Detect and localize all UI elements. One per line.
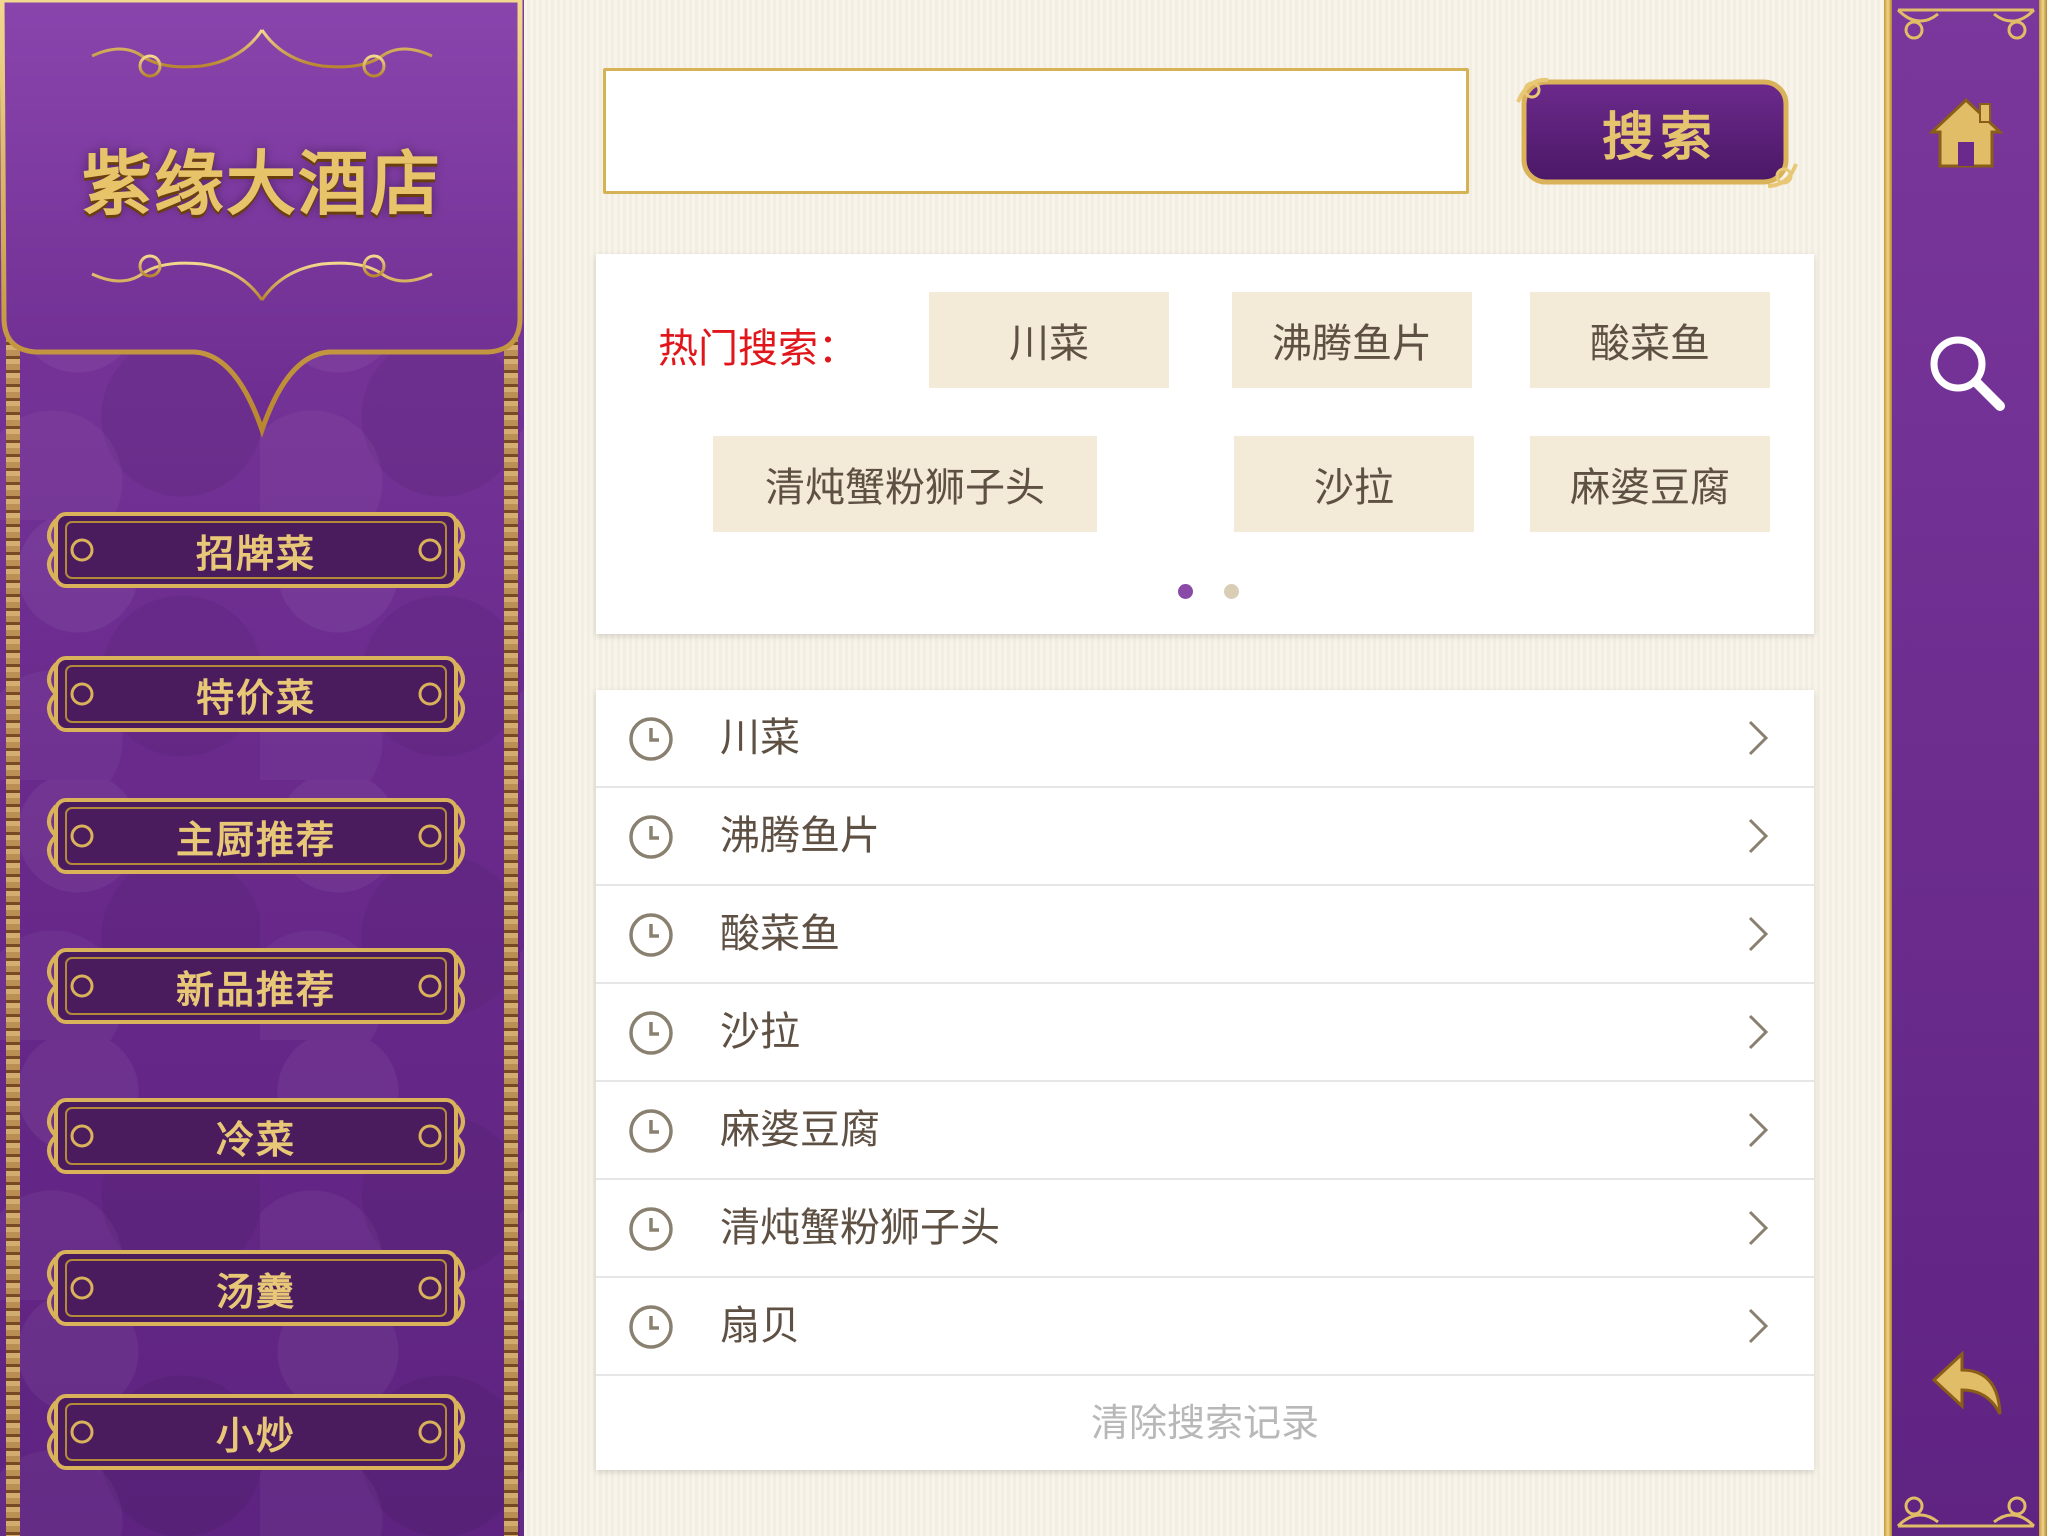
chevron-right-icon xyxy=(1748,818,1769,854)
chevron-right-icon xyxy=(1748,1014,1769,1050)
history-item[interactable]: 清炖蟹粉狮子头 xyxy=(596,1180,1814,1278)
hot-tag[interactable]: 川菜 xyxy=(929,292,1169,388)
clock-icon xyxy=(629,1207,673,1251)
sidebar-item-label: 新品推荐 xyxy=(175,966,336,1012)
right-toolbar xyxy=(1884,0,2047,1536)
history-item-label: 川菜 xyxy=(720,715,800,761)
search-button-label: 搜索 xyxy=(1601,106,1718,168)
page-dot[interactable] xyxy=(1224,584,1239,599)
hot-tag[interactable]: 清炖蟹粉狮子头 xyxy=(713,436,1097,532)
chevron-right-icon xyxy=(1748,916,1769,952)
sidebar-item-signature[interactable]: 招牌菜 xyxy=(40,504,472,596)
history-item-label: 麻婆豆腐 xyxy=(720,1107,880,1153)
chevron-right-icon xyxy=(1748,1210,1769,1246)
sidebar-item-soups[interactable]: 汤羹 xyxy=(40,1242,472,1334)
corner-ornament-bottom xyxy=(1896,1496,2036,1528)
history-item-label: 清炖蟹粉狮子头 xyxy=(720,1205,1000,1251)
history-item-label: 扇贝 xyxy=(720,1303,800,1349)
chevron-right-icon xyxy=(1748,1308,1769,1344)
search-input[interactable] xyxy=(603,68,1469,194)
clock-icon xyxy=(629,1011,673,1055)
home-icon[interactable] xyxy=(1924,90,2008,174)
sidebar-item-label: 汤羹 xyxy=(215,1268,296,1314)
sidebar-item-chef-recommend[interactable]: 主厨推荐 xyxy=(40,790,472,882)
toolbar-border-right xyxy=(2039,0,2047,1536)
hot-tag[interactable]: 沙拉 xyxy=(1234,436,1474,532)
hot-search-label: 热门搜索： xyxy=(658,326,858,372)
back-icon[interactable] xyxy=(1924,1344,2008,1428)
clear-history-button[interactable]: 清除搜索记录 xyxy=(596,1376,1814,1470)
hot-tag[interactable]: 沸腾鱼片 xyxy=(1232,292,1472,388)
sidebar-item-special-price[interactable]: 特价菜 xyxy=(40,648,472,740)
corner-ornament-top xyxy=(1896,8,2036,40)
sidebar-item-stir-fry[interactable]: 小炒 xyxy=(40,1386,472,1478)
hot-tag[interactable]: 麻婆豆腐 xyxy=(1530,436,1770,532)
sidebar-item-label: 特价菜 xyxy=(195,674,316,720)
search-history-card: 川菜 沸腾鱼片 酸菜鱼 沙拉 麻婆豆腐 清炖蟹粉狮子头 扇贝 清除搜索记录 xyxy=(596,690,1814,1470)
history-item[interactable]: 扇贝 xyxy=(596,1278,1814,1376)
sidebar-item-label: 招牌菜 xyxy=(195,530,316,576)
clock-icon xyxy=(629,1305,673,1349)
toolbar-border-left xyxy=(1884,0,1892,1536)
clock-icon xyxy=(629,1109,673,1153)
category-sidebar: 紫缘大酒店 招牌菜 特价菜 主厨推荐 新品推荐 冷菜 汤羹 小炒 xyxy=(0,0,524,1536)
page-dot-active[interactable] xyxy=(1178,584,1193,599)
brand-banner: 紫缘大酒店 xyxy=(0,0,524,440)
search-icon[interactable] xyxy=(1924,330,2008,414)
sidebar-item-label: 主厨推荐 xyxy=(175,816,336,862)
sidebar-item-new[interactable]: 新品推荐 xyxy=(40,940,472,1032)
hot-tag[interactable]: 酸菜鱼 xyxy=(1530,292,1770,388)
history-item-label: 酸菜鱼 xyxy=(720,911,840,957)
hot-search-card: 热门搜索： 川菜 沸腾鱼片 酸菜鱼 清炖蟹粉狮子头 沙拉 麻婆豆腐 xyxy=(596,254,1814,634)
history-item[interactable]: 酸菜鱼 xyxy=(596,886,1814,984)
clock-icon xyxy=(629,913,673,957)
clock-icon xyxy=(629,815,673,859)
history-item[interactable]: 沸腾鱼片 xyxy=(596,788,1814,886)
brand-title: 紫缘大酒店 xyxy=(82,142,442,225)
sidebar-item-cold-dishes[interactable]: 冷菜 xyxy=(40,1090,472,1182)
chevron-right-icon xyxy=(1748,720,1769,756)
sidebar-item-label: 冷菜 xyxy=(215,1116,296,1162)
history-item[interactable]: 麻婆豆腐 xyxy=(596,1082,1814,1180)
history-item[interactable]: 川菜 xyxy=(596,690,1814,788)
search-button[interactable]: 搜索 xyxy=(1512,72,1802,192)
chevron-right-icon xyxy=(1748,1112,1769,1148)
history-item-label: 沸腾鱼片 xyxy=(720,813,880,859)
sidebar-item-label: 小炒 xyxy=(215,1412,296,1458)
history-item[interactable]: 沙拉 xyxy=(596,984,1814,1082)
history-item-label: 沙拉 xyxy=(720,1009,800,1055)
clock-icon xyxy=(629,717,673,761)
